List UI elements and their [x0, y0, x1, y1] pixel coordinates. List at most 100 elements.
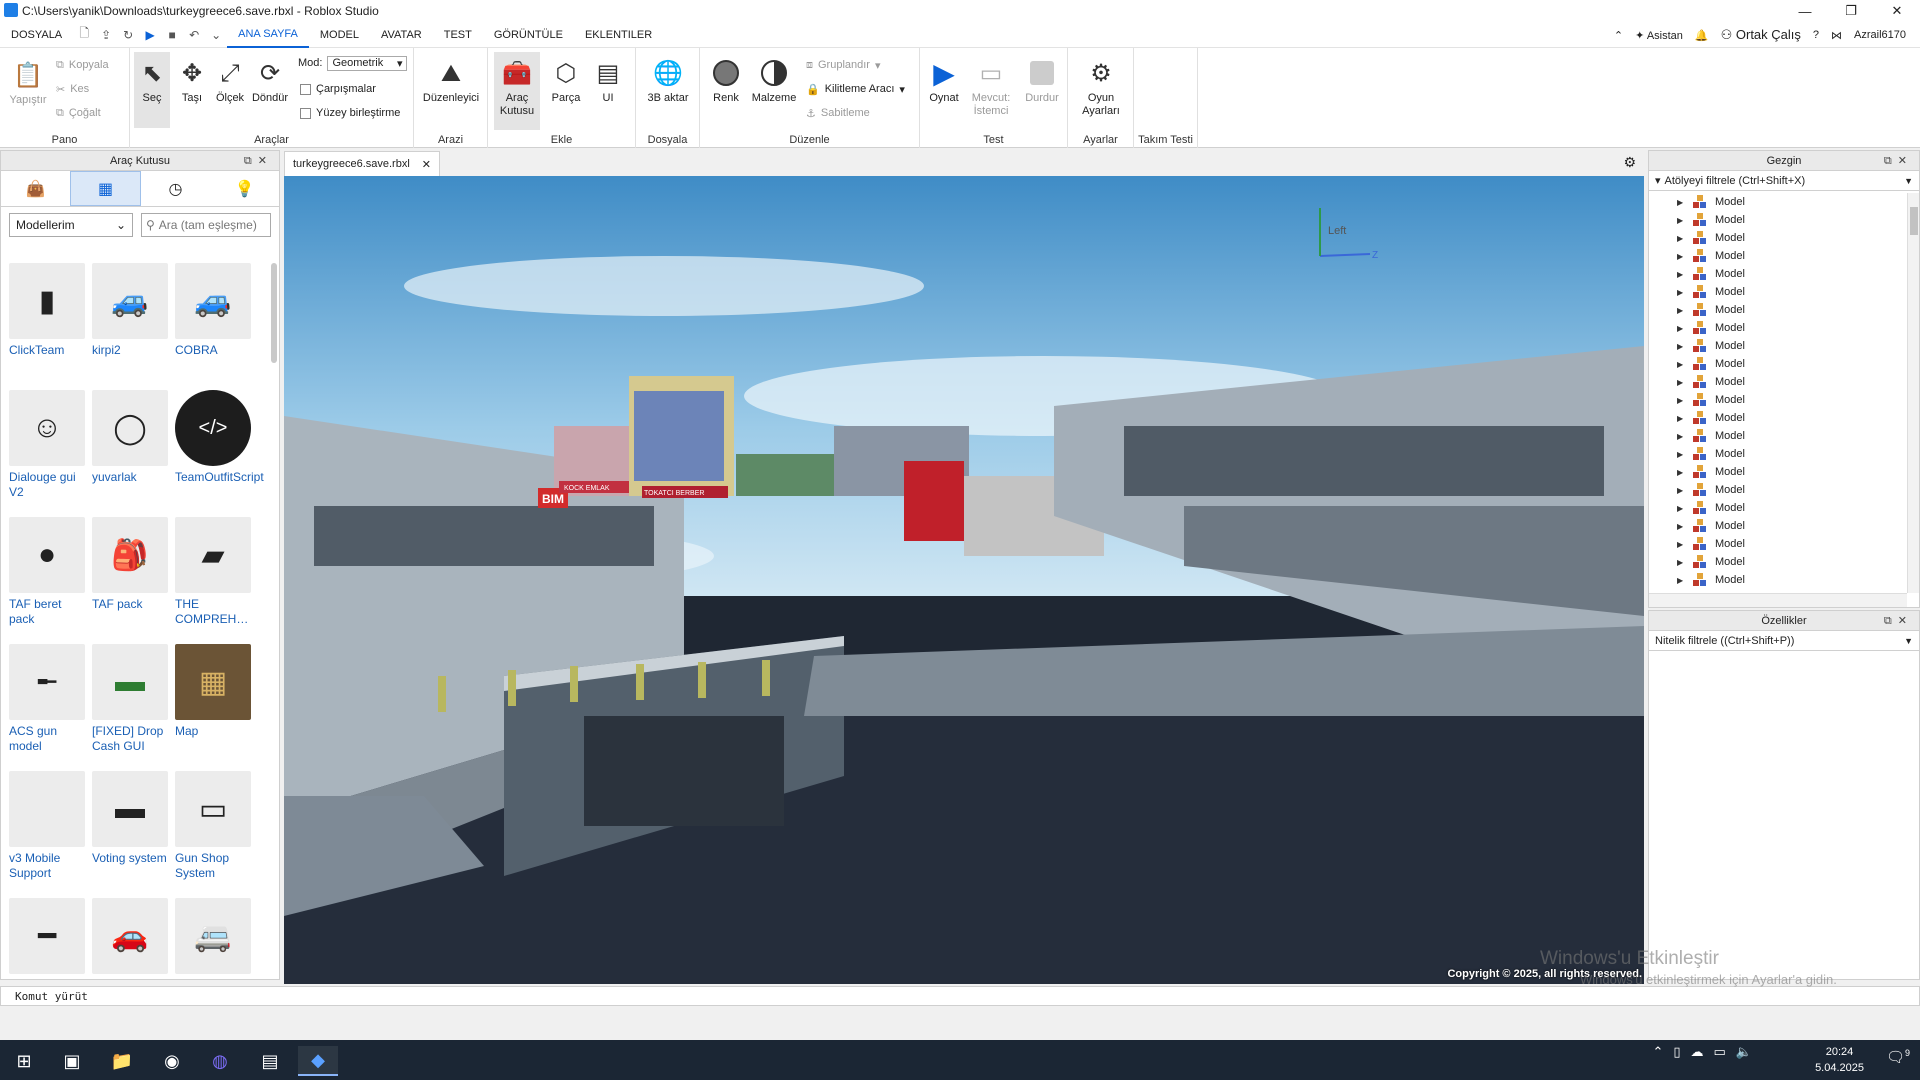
expand-arrow-icon[interactable]: ▶: [1677, 558, 1685, 567]
scrollbar-thumb[interactable]: [1910, 207, 1918, 235]
surface-join-toggle[interactable]: Yüzey birleştirme: [300, 104, 400, 122]
lock-tool-button[interactable]: 🔒 Kilitleme Aracı ▾: [806, 80, 905, 98]
toolbox-item[interactable]: v3 Mobile Support: [9, 771, 89, 881]
terrain-editor-button[interactable]: ⛰ Düzenleyici: [420, 58, 482, 105]
explorer-vertical-scrollbar[interactable]: [1907, 193, 1919, 593]
play-button[interactable]: ▶ Oynat: [924, 58, 964, 105]
copy-button[interactable]: ⧉ Kopyala: [56, 56, 109, 74]
redo-icon[interactable]: ↻: [117, 28, 139, 42]
onedrive-icon[interactable]: ☁: [1691, 1044, 1704, 1060]
task-view-icon[interactable]: ▣: [52, 1046, 92, 1076]
expand-arrow-icon[interactable]: ▶: [1677, 324, 1685, 333]
expand-arrow-icon[interactable]: ▶: [1677, 288, 1685, 297]
menu-test[interactable]: TEST: [433, 22, 483, 48]
game-settings-button[interactable]: ⚙ Oyun Ayarları: [1072, 58, 1130, 118]
quick-access-dropdown-icon[interactable]: ⌄: [205, 28, 227, 42]
explorer-row[interactable]: ▶ Model: [1649, 481, 1907, 499]
panel-controls[interactable]: ⧉✕: [244, 154, 273, 168]
toolbox-search-input[interactable]: ⚲ Ara (tam eşleşme): [141, 213, 271, 237]
viewport-settings-icon[interactable]: ⚙: [1623, 154, 1636, 171]
roblox-studio-taskbar-icon[interactable]: ◆: [298, 1046, 338, 1076]
category-dropdown[interactable]: Modellerim ⌄: [9, 213, 133, 237]
explorer-row[interactable]: ▶ Model: [1649, 265, 1907, 283]
toolbox-item[interactable]: ▭ Gun Shop System: [175, 771, 255, 881]
explorer-row[interactable]: ▶ Model: [1649, 301, 1907, 319]
explorer-row[interactable]: ▶ Model: [1649, 517, 1907, 535]
scale-button[interactable]: ⤢ Ölçek: [212, 58, 248, 105]
expand-arrow-icon[interactable]: ▶: [1677, 216, 1685, 225]
toolbox-item[interactable]: </> TeamOutfitScript: [175, 390, 264, 485]
menu-file[interactable]: DOSYALA: [0, 22, 73, 48]
menu-plugins[interactable]: EKLENTILER: [574, 22, 663, 48]
toolbox-item[interactable]: ▦ Map: [175, 644, 255, 739]
expand-arrow-icon[interactable]: ▶: [1677, 486, 1685, 495]
explorer-row[interactable]: ▶ Model: [1649, 247, 1907, 265]
menu-home[interactable]: ANA SAYFA: [227, 22, 309, 48]
play-icon[interactable]: ▶: [139, 28, 161, 42]
cut-button[interactable]: ✂ Kes: [56, 80, 89, 98]
import-3d-button[interactable]: 🌐 3B aktar: [642, 58, 694, 105]
expand-arrow-icon[interactable]: ▶: [1677, 504, 1685, 513]
close-tab-icon[interactable]: ✕: [422, 158, 431, 171]
notifications-icon[interactable]: 🔔: [1695, 29, 1709, 42]
expand-arrow-icon[interactable]: ▶: [1677, 396, 1685, 405]
toolbox-item[interactable]: ▬ [FIXED] Drop Cash GUI: [92, 644, 172, 754]
share-icon[interactable]: ⋈: [1831, 29, 1842, 42]
stop-icon[interactable]: ■: [161, 28, 183, 42]
toolbox-scrollbar[interactable]: [271, 263, 277, 363]
explorer-row[interactable]: ▶ Model: [1649, 409, 1907, 427]
explorer-row[interactable]: ▶ Model: [1649, 463, 1907, 481]
expand-arrow-icon[interactable]: ▶: [1677, 342, 1685, 351]
panel-controls[interactable]: ⧉✕: [1884, 154, 1913, 168]
panel-controls[interactable]: ⧉✕: [1884, 614, 1913, 628]
explorer-row[interactable]: ▶ Model: [1649, 535, 1907, 553]
current-client-button[interactable]: ▭ Mevcut: İstemci: [968, 58, 1014, 118]
app-icon[interactable]: ▤: [250, 1046, 290, 1076]
explorer-row[interactable]: ▶ Model: [1649, 283, 1907, 301]
assistant-button[interactable]: ✦ Asistan: [1635, 29, 1683, 42]
explorer-row[interactable]: ▶ Model: [1649, 319, 1907, 337]
expand-arrow-icon[interactable]: ▶: [1677, 360, 1685, 369]
explorer-row[interactable]: ▶ Model: [1649, 427, 1907, 445]
move-button[interactable]: ✥ Taşı: [174, 58, 210, 105]
toolbox-item[interactable]: ● TAF beret pack: [9, 517, 89, 627]
tab-marketplace[interactable]: 👜: [1, 171, 70, 206]
help-icon[interactable]: ?: [1813, 29, 1819, 41]
explorer-row[interactable]: ▶ Model: [1649, 211, 1907, 229]
toolbox-item[interactable]: ◯ yuvarlak: [92, 390, 172, 485]
document-tab[interactable]: turkeygreece6.save.rbxl ✕: [284, 151, 440, 176]
expand-arrow-icon[interactable]: ▶: [1677, 468, 1685, 477]
color-button[interactable]: Renk: [706, 58, 746, 105]
collaborate-button[interactable]: ⚇ Ortak Çalış: [1721, 27, 1801, 43]
expand-arrow-icon[interactable]: ▶: [1677, 414, 1685, 423]
expand-arrow-icon[interactable]: ▶: [1677, 198, 1685, 207]
tab-inventory[interactable]: ▦: [70, 171, 141, 206]
material-button[interactable]: Malzeme: [750, 58, 798, 105]
explorer-horizontal-scrollbar[interactable]: [1649, 593, 1907, 607]
network-icon[interactable]: ▭: [1714, 1044, 1726, 1060]
ui-button[interactable]: ▤ UI: [590, 58, 626, 105]
volume-icon[interactable]: 🔈: [1736, 1044, 1752, 1060]
toolbox-item[interactable]: 🚗: [92, 898, 172, 978]
menu-model[interactable]: MODEL: [309, 22, 370, 48]
3d-viewport[interactable]: BIM TOKATCI BERBER KOCK EMLAK Left Z Cop…: [284, 176, 1644, 984]
maximize-button[interactable]: ❐: [1828, 0, 1874, 22]
surface-join-checkbox[interactable]: [300, 107, 311, 119]
new-file-icon[interactable]: 🗋: [73, 24, 95, 45]
stop-button[interactable]: Durdur: [1020, 58, 1064, 105]
username[interactable]: Azrail6170: [1854, 29, 1906, 41]
tab-recent[interactable]: ◷: [141, 171, 210, 206]
command-input[interactable]: Komut yürüt: [15, 990, 88, 1003]
tab-creations[interactable]: 💡: [210, 171, 279, 206]
expand-arrow-icon[interactable]: ▶: [1677, 234, 1685, 243]
chrome-icon[interactable]: ◉: [152, 1046, 192, 1076]
expand-arrow-icon[interactable]: ▶: [1677, 540, 1685, 549]
explorer-row[interactable]: ▶ Model: [1649, 337, 1907, 355]
explorer-filter-input[interactable]: ▾ Atölyeyi filtrele (Ctrl+Shift+X) ▼: [1649, 171, 1919, 191]
toolbox-item[interactable]: 🚙 COBRA: [175, 263, 255, 358]
tray-device-icon[interactable]: ▯: [1673, 1044, 1680, 1060]
menu-avatar[interactable]: AVATAR: [370, 22, 433, 48]
expand-arrow-icon[interactable]: ▶: [1677, 270, 1685, 279]
group-button[interactable]: ⧈ Gruplandır ▾: [806, 56, 881, 74]
view-cube-label[interactable]: Left: [1328, 225, 1346, 237]
